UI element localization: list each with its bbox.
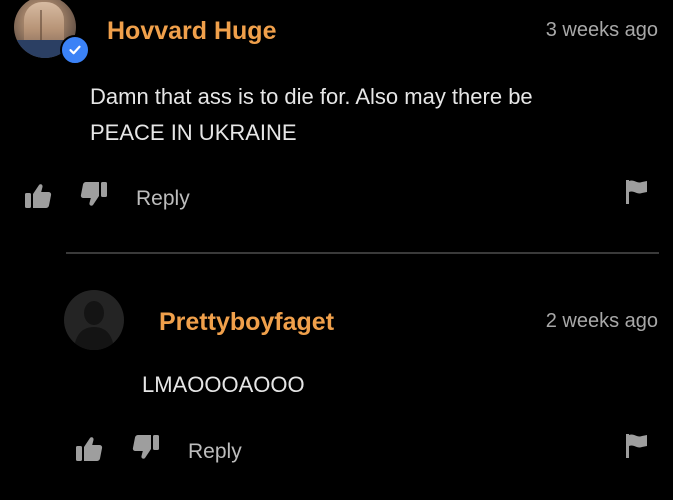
- thumbs-down-icon[interactable]: [80, 181, 108, 207]
- comment-text-line: PEACE IN UKRAINE: [90, 120, 297, 145]
- comment-timestamp: 2 weeks ago: [545, 310, 658, 332]
- comment-username[interactable]: Prettyboyfaget: [159, 307, 334, 337]
- comment-text-line: Damn that ass is to die for. Also may th…: [90, 84, 533, 109]
- verified-badge: [60, 35, 90, 65]
- flag-icon[interactable]: [625, 433, 649, 459]
- avatar[interactable]: [64, 290, 124, 350]
- thumbs-up-icon[interactable]: [24, 183, 52, 209]
- thumbs-up-icon[interactable]: [75, 436, 103, 462]
- comment-divider: [66, 252, 659, 254]
- reply-button[interactable]: Reply: [136, 186, 190, 212]
- reply-button[interactable]: Reply: [188, 439, 242, 465]
- check-icon: [69, 45, 81, 55]
- user-silhouette-icon: [74, 301, 114, 350]
- comment-body: Damn that ass is to die for. Also may th…: [90, 79, 533, 151]
- comment-username[interactable]: Hovvard Huge: [107, 16, 276, 46]
- comment-body: LMAOOOAOOO: [142, 367, 305, 403]
- comment-text-line: LMAOOOAOOO: [142, 372, 305, 397]
- thumbs-down-icon[interactable]: [132, 434, 160, 460]
- comment-timestamp: 3 weeks ago: [545, 19, 658, 41]
- flag-icon[interactable]: [625, 179, 649, 205]
